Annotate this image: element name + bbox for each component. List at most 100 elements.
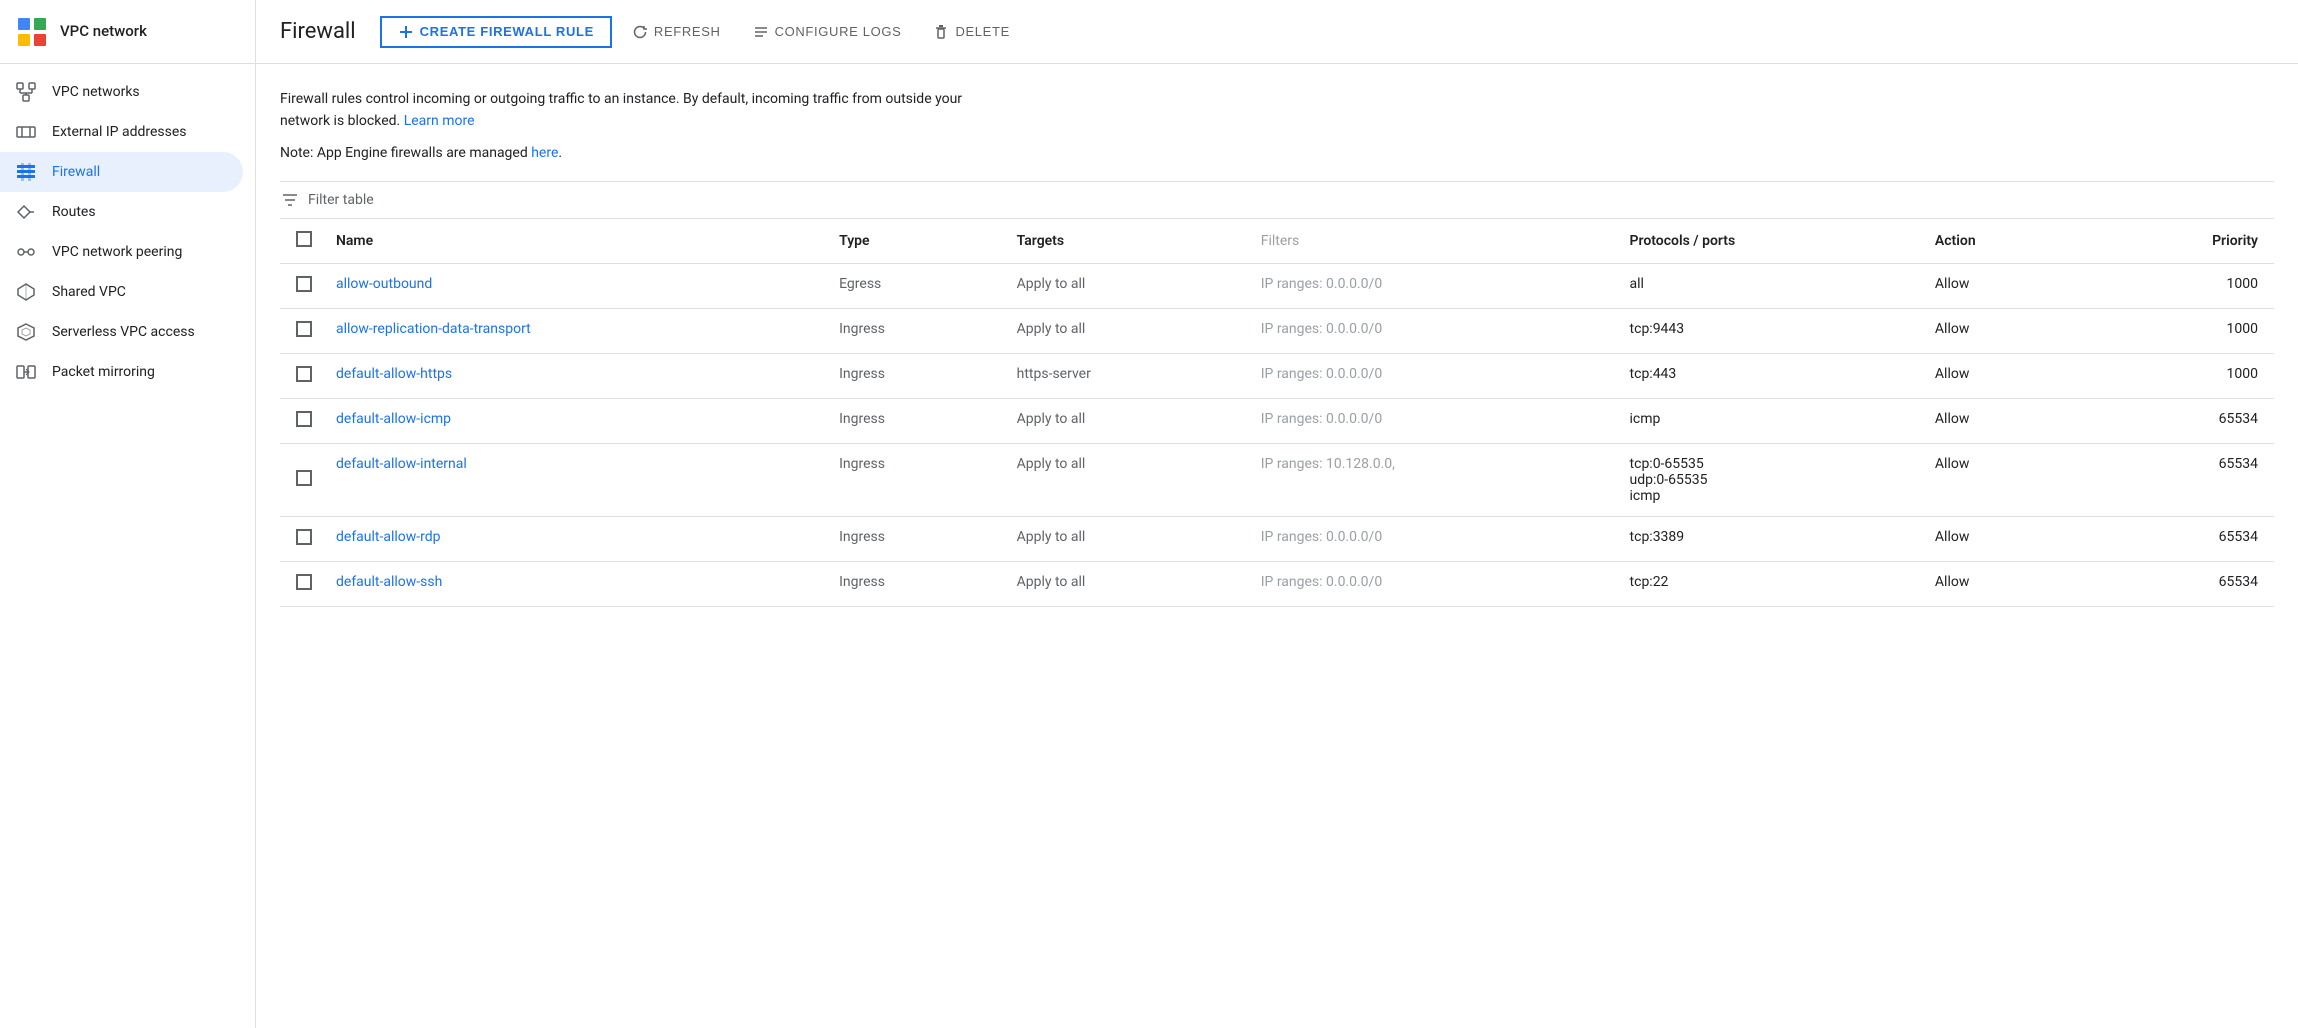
row-priority: 1000 — [2096, 308, 2274, 353]
row-checkbox-cell[interactable] — [280, 353, 320, 398]
select-all-header[interactable] — [280, 219, 320, 264]
col-header-type: Type — [823, 219, 1001, 264]
col-header-filters: Filters — [1245, 219, 1614, 264]
topbar: Firewall CREATE FIREWALL RULE REFRESH — [256, 0, 2298, 64]
row-targets: Apply to all — [1001, 561, 1245, 606]
table-row: default-allow-rdpIngressApply to allIP r… — [280, 516, 2274, 561]
firewall-rules-table: Name Type Targets Filters Protocols / po… — [280, 219, 2274, 607]
row-name[interactable]: allow-replication-data-transport — [320, 308, 823, 353]
row-priority: 65534 — [2096, 443, 2274, 516]
peering-icon — [16, 242, 36, 262]
row-action: Allow — [1919, 443, 2097, 516]
routes-icon — [16, 202, 36, 222]
table-row: default-allow-httpsIngresshttps-serverIP… — [280, 353, 2274, 398]
row-name[interactable]: default-allow-internal — [320, 443, 823, 516]
row-priority: 65534 — [2096, 561, 2274, 606]
row-protocols: tcp:9443 — [1614, 308, 1919, 353]
sidebar-item-routes[interactable]: Routes — [0, 192, 243, 232]
row-targets: https-server — [1001, 353, 1245, 398]
row-name[interactable]: default-allow-https — [320, 353, 823, 398]
select-all-checkbox[interactable] — [296, 231, 312, 247]
row-name[interactable]: default-allow-icmp — [320, 398, 823, 443]
table-row: allow-replication-data-transportIngressA… — [280, 308, 2274, 353]
row-checkbox[interactable] — [296, 529, 312, 545]
table-row: default-allow-icmpIngressApply to allIP … — [280, 398, 2274, 443]
row-type: Ingress — [823, 443, 1001, 516]
ip-icon — [16, 122, 36, 142]
row-protocols: tcp:22 — [1614, 561, 1919, 606]
learn-more-link[interactable]: Learn more — [404, 113, 475, 129]
row-name[interactable]: default-allow-ssh — [320, 561, 823, 606]
row-filters: IP ranges: 0.0.0.0/0 — [1245, 353, 1614, 398]
row-checkbox[interactable] — [296, 411, 312, 427]
row-protocols: tcp:443 — [1614, 353, 1919, 398]
sidebar-item-vpc-peering[interactable]: VPC network peering — [0, 232, 243, 272]
table-row: allow-outboundEgressApply to allIP range… — [280, 263, 2274, 308]
sidebar: VPC network VPC networks — [0, 0, 256, 1028]
row-protocols: tcp:3389 — [1614, 516, 1919, 561]
row-action: Allow — [1919, 398, 2097, 443]
sidebar-header: VPC network — [0, 0, 255, 64]
content-area: Firewall rules control incoming or outgo… — [256, 64, 2298, 1028]
here-link[interactable]: here — [531, 145, 558, 161]
sidebar-nav: VPC networks External IP addresses — [0, 64, 255, 400]
firewall-icon — [16, 162, 36, 182]
sidebar-item-firewall-label: Firewall — [52, 164, 100, 180]
sidebar-item-packet-mirroring[interactable]: Packet mirroring — [0, 352, 243, 392]
sidebar-item-firewall[interactable]: Firewall — [0, 152, 243, 192]
col-header-priority: Priority — [2096, 219, 2274, 264]
row-filters: IP ranges: 0.0.0.0/0 — [1245, 561, 1614, 606]
row-checkbox[interactable] — [296, 276, 312, 292]
row-checkbox[interactable] — [296, 321, 312, 337]
sidebar-item-external-ip[interactable]: External IP addresses — [0, 112, 243, 152]
col-header-name: Name — [320, 219, 823, 264]
sidebar-item-external-ip-label: External IP addresses — [52, 124, 187, 140]
filter-icon — [280, 190, 300, 210]
row-checkbox[interactable] — [296, 366, 312, 382]
row-filters: IP ranges: 0.0.0.0/0 — [1245, 308, 1614, 353]
row-name[interactable]: default-allow-rdp — [320, 516, 823, 561]
row-checkbox-cell[interactable] — [280, 443, 320, 516]
plus-icon — [398, 24, 414, 40]
network-icon — [16, 82, 36, 102]
row-type: Ingress — [823, 561, 1001, 606]
delete-button[interactable]: DELETE — [921, 18, 1021, 46]
row-protocols: icmp — [1614, 398, 1919, 443]
description-text: Firewall rules control incoming or outgo… — [280, 88, 1000, 133]
row-targets: Apply to all — [1001, 263, 1245, 308]
filter-placeholder[interactable]: Filter table — [308, 192, 374, 208]
vpc-logo — [16, 16, 48, 48]
row-priority: 1000 — [2096, 353, 2274, 398]
sidebar-item-shared-vpc[interactable]: Shared VPC — [0, 272, 243, 312]
row-targets: Apply to all — [1001, 398, 1245, 443]
row-priority: 1000 — [2096, 263, 2274, 308]
row-checkbox-cell[interactable] — [280, 398, 320, 443]
row-checkbox-cell[interactable] — [280, 561, 320, 606]
row-checkbox[interactable] — [296, 574, 312, 590]
create-firewall-rule-button[interactable]: CREATE FIREWALL RULE — [380, 16, 612, 48]
sidebar-item-vpc-peering-label: VPC network peering — [52, 244, 182, 260]
refresh-button[interactable]: REFRESH — [620, 18, 733, 46]
row-name[interactable]: allow-outbound — [320, 263, 823, 308]
main-content: Firewall CREATE FIREWALL RULE REFRESH — [256, 0, 2298, 1028]
configure-logs-button[interactable]: CONFIGURE LOGS — [741, 18, 914, 46]
row-checkbox-cell[interactable] — [280, 263, 320, 308]
topbar-actions: CREATE FIREWALL RULE REFRESH CONFIGURE L… — [380, 16, 1022, 48]
sidebar-item-vpc-networks[interactable]: VPC networks — [0, 72, 243, 112]
row-checkbox-cell[interactable] — [280, 308, 320, 353]
row-protocols: tcp:0-65535 udp:0-65535 icmp — [1614, 443, 1919, 516]
row-priority: 65534 — [2096, 398, 2274, 443]
table-row: default-allow-internalIngressApply to al… — [280, 443, 2274, 516]
row-action: Allow — [1919, 516, 2097, 561]
row-filters: IP ranges: 0.0.0.0/0 — [1245, 516, 1614, 561]
filter-bar: Filter table — [280, 181, 2274, 219]
row-checkbox-cell[interactable] — [280, 516, 320, 561]
row-filters: IP ranges: 10.128.0.0, — [1245, 443, 1614, 516]
page-title: Firewall — [280, 19, 356, 44]
refresh-icon — [632, 24, 648, 40]
row-checkbox[interactable] — [296, 470, 312, 486]
sidebar-item-serverless-vpc[interactable]: Serverless VPC access — [0, 312, 243, 352]
row-type: Egress — [823, 263, 1001, 308]
logs-icon — [753, 24, 769, 40]
col-header-targets: Targets — [1001, 219, 1245, 264]
